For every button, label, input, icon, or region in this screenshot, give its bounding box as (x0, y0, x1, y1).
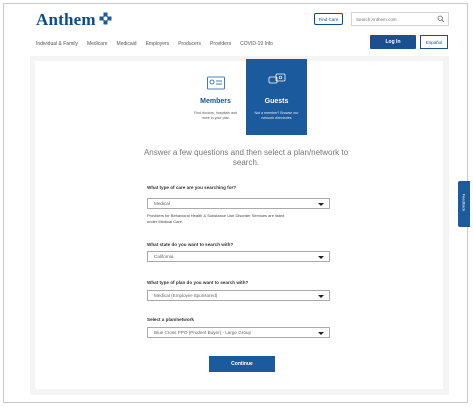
tab-guests[interactable]: Guests Not a member? Browse our network … (246, 59, 307, 135)
nav-medicare[interactable]: Medicare (87, 41, 108, 47)
chevron-down-icon (318, 203, 324, 206)
plan-type-label: What type of plan do you want to search … (147, 280, 249, 285)
state-label: What state do you want to search with? (147, 242, 234, 247)
nav-providers[interactable]: Providers (210, 41, 231, 47)
care-type-value: Medical (154, 201, 170, 206)
tab-members[interactable]: Members Find doctors, hospitals and more… (185, 64, 246, 135)
tab-members-desc: Find doctors, hospitals and more in your… (194, 111, 237, 120)
page-headline: Answer a few questions and then select a… (143, 148, 349, 167)
search-icon[interactable] (437, 15, 445, 23)
find-care-button[interactable]: Find Care (314, 13, 343, 25)
log-in-button[interactable]: Log In (370, 35, 416, 49)
search-box[interactable] (351, 12, 449, 26)
espanol-button[interactable]: Español (420, 35, 448, 49)
tab-guests-desc: Not a member? Browse our network directo… (254, 111, 299, 120)
nav-medicaid[interactable]: Medicaid (117, 41, 137, 47)
plan-network-value: Blue Cross PPO (Prudent Buyer) - Large G… (154, 330, 252, 335)
continue-button[interactable]: Continue (209, 356, 275, 372)
search-input[interactable] (356, 15, 434, 23)
main-nav: Individual & Family Medicare Medicaid Em… (36, 41, 282, 47)
state-value: California (154, 254, 174, 259)
feedback-label: Feedback (461, 193, 467, 212)
chevron-down-icon (318, 256, 324, 259)
care-type-label: What type of care are you searching for? (147, 185, 237, 190)
member-card-icon (207, 76, 225, 90)
behavioral-health-note: Providers for Behavioral Health & Substa… (147, 213, 285, 224)
nav-individual-family[interactable]: Individual & Family (36, 41, 78, 47)
guest-chat-icon (268, 73, 286, 84)
chevron-down-icon (318, 332, 324, 335)
care-type-select[interactable]: Medical (147, 198, 330, 209)
plan-type-select[interactable]: Medical (Employer-Sponsored) (147, 290, 330, 301)
nav-covid-info[interactable]: COVID-19 Info (240, 41, 273, 47)
tab-members-title: Members (200, 98, 231, 105)
anthem-logo[interactable]: Anthem (36, 10, 96, 30)
nav-employers[interactable]: Employers (146, 41, 170, 47)
nav-producers[interactable]: Producers (178, 41, 201, 47)
plan-network-label: Select a plan/network (147, 317, 194, 322)
blue-cross-shield-icon (99, 12, 112, 25)
state-select[interactable]: California (147, 251, 330, 262)
plan-network-select[interactable]: Blue Cross PPO (Prudent Buyer) - Large G… (147, 327, 330, 338)
feedback-tab[interactable]: Feedback (458, 181, 470, 227)
tab-guests-title: Guests (264, 98, 289, 105)
plan-type-value: Medical (Employer-Sponsored) (154, 293, 218, 298)
chevron-down-icon (318, 295, 324, 298)
